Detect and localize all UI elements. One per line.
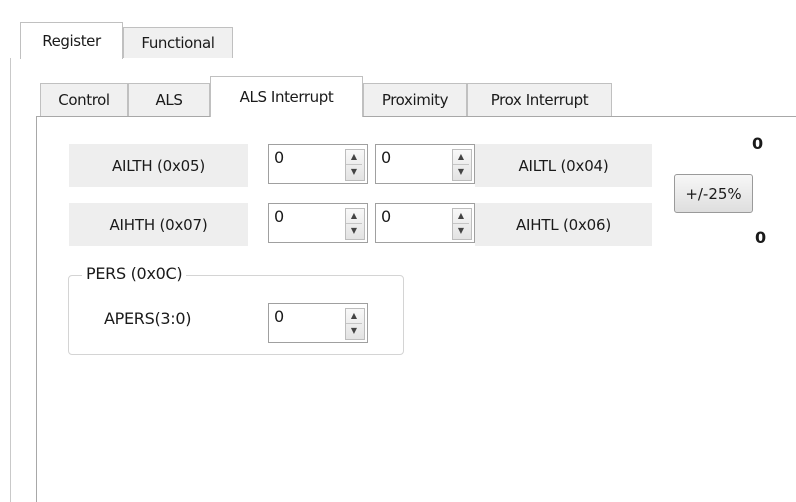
tab-prox-interrupt[interactable]: Prox Interrupt [467, 83, 612, 116]
aihtl-spin-buttons: ▲ ▼ [452, 208, 472, 240]
tab-als-label: ALS [155, 91, 183, 109]
apers-spinbox[interactable]: 0 ▲ ▼ [268, 303, 368, 343]
spin-up-icon[interactable]: ▲ [346, 209, 362, 224]
tab-register[interactable]: Register [20, 22, 123, 59]
spin-down-icon[interactable]: ▼ [346, 224, 362, 238]
ailth-label: AILTH (0x05) [69, 144, 248, 187]
apers-value[interactable]: 0 [274, 307, 284, 326]
ailtl-label: AILTL (0x04) [475, 144, 652, 187]
spin-down-icon[interactable]: ▼ [453, 224, 469, 238]
ailth-spin-buttons: ▲ ▼ [345, 149, 365, 181]
bottom-readout: 0 [755, 228, 767, 247]
aihth-spin-buttons: ▲ ▼ [345, 208, 365, 240]
tab-als-interrupt-label: ALS Interrupt [239, 88, 334, 106]
ailtl-value[interactable]: 0 [381, 148, 391, 167]
aihth-label: AIHTH (0x07) [69, 203, 248, 246]
spin-up-icon[interactable]: ▲ [453, 150, 469, 165]
tab-register-label: Register [42, 32, 101, 50]
tab-prox-interrupt-label: Prox Interrupt [490, 91, 589, 109]
top-readout: 0 [752, 134, 764, 153]
apers-label: APERS(3:0) [104, 309, 192, 328]
tab-control[interactable]: Control [40, 83, 128, 116]
tab-functional[interactable]: Functional [123, 27, 233, 58]
tab-proximity[interactable]: Proximity [363, 83, 467, 116]
tab-proximity-label: Proximity [381, 91, 449, 109]
tab-als-interrupt[interactable]: ALS Interrupt [210, 76, 363, 117]
spin-up-icon[interactable]: ▲ [346, 150, 362, 165]
ailtl-spin-buttons: ▲ ▼ [452, 149, 472, 181]
plus-minus-25-button[interactable]: +/-25% [674, 174, 753, 213]
aihtl-spinbox[interactable]: 0 ▲ ▼ [375, 203, 475, 243]
pers-group-title: PERS (0x0C) [82, 264, 187, 283]
tab-functional-label: Functional [141, 34, 215, 52]
spin-down-icon[interactable]: ▼ [453, 165, 469, 179]
aihtl-label: AIHTL (0x06) [475, 203, 652, 246]
aihtl-value[interactable]: 0 [381, 207, 391, 226]
spin-down-icon[interactable]: ▼ [346, 324, 362, 338]
spin-down-icon[interactable]: ▼ [346, 165, 362, 179]
ailth-spinbox[interactable]: 0 ▲ ▼ [268, 144, 368, 184]
spin-up-icon[interactable]: ▲ [346, 309, 362, 324]
ailtl-spinbox[interactable]: 0 ▲ ▼ [375, 144, 475, 184]
tab-control-label: Control [58, 91, 110, 109]
aihth-spinbox[interactable]: 0 ▲ ▼ [268, 203, 368, 243]
apers-spin-buttons: ▲ ▼ [345, 308, 365, 340]
spin-up-icon[interactable]: ▲ [453, 209, 469, 224]
ailth-value[interactable]: 0 [274, 148, 284, 167]
aihth-value[interactable]: 0 [274, 207, 284, 226]
tab-als[interactable]: ALS [128, 83, 210, 116]
